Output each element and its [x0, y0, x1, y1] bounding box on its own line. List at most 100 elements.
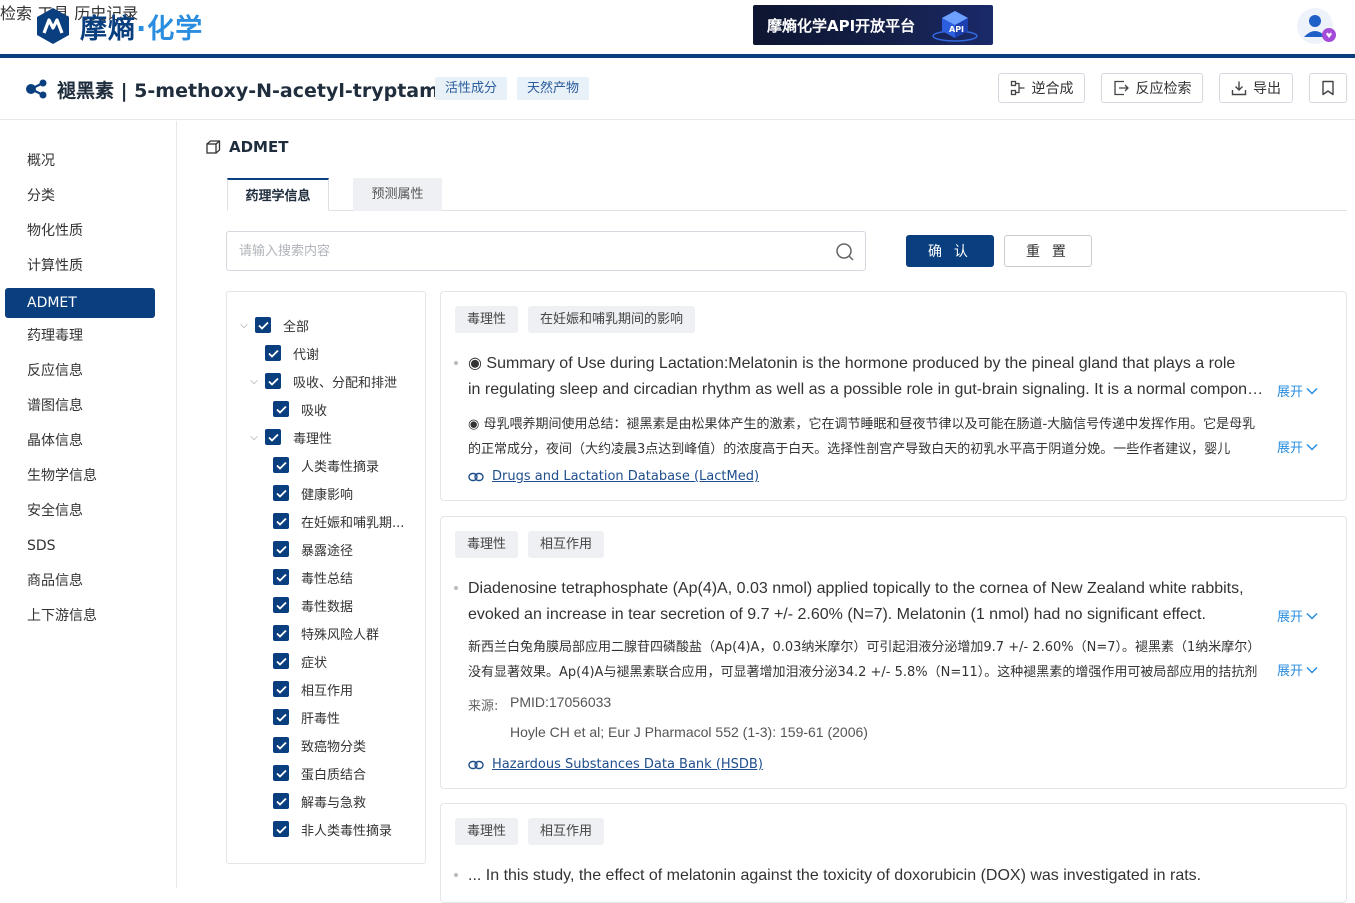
sidebar-item-biology[interactable]: 生物学信息 [5, 461, 155, 491]
link-icon [468, 760, 484, 769]
checkbox[interactable] [273, 513, 289, 529]
link-icon [468, 472, 484, 481]
tree-node-health-effects[interactable]: 健康影响 [273, 483, 353, 503]
tree-label: 致癌物分类 [301, 739, 367, 755]
search-icon[interactable] [835, 242, 855, 262]
expand-link[interactable]: 展开 [1277, 381, 1318, 400]
reaction-search-icon [1113, 80, 1129, 96]
tree-node-nonhuman-tox[interactable]: 非人类毒性摘录 [273, 819, 392, 839]
tree-label: 人类毒性摘录 [301, 459, 380, 475]
text-line: ◉ 母乳喂养期间使用总结：褪黑素是由松果体产生的激素，它在调节睡眠和昼夜节律以及… [468, 417, 1256, 432]
checkbox[interactable] [273, 793, 289, 809]
tree-node-pregnancy[interactable]: 在妊娠和哺乳期... [273, 511, 404, 531]
section-heading: ADMET [206, 138, 288, 156]
checkbox[interactable] [273, 485, 289, 501]
bookmark-button[interactable] [1309, 73, 1347, 103]
category-chip: 毒理性 [455, 306, 519, 333]
checkbox[interactable] [273, 765, 289, 781]
tree-node-human-tox[interactable]: 人类毒性摘录 [273, 455, 379, 475]
tab-predicted-properties[interactable]: 预测属性 [353, 178, 442, 211]
reset-button[interactable]: 重 置 [1004, 235, 1092, 267]
logo[interactable]: 摩熵·化学 [34, 6, 203, 46]
tree-node-carcinogen[interactable]: 致癌物分类 [273, 735, 366, 755]
reaction-search-button[interactable]: 反应检索 [1101, 73, 1203, 103]
tree-node-adme[interactable]: ⌵ 吸收、分配和排泄 [247, 371, 397, 391]
bullet [454, 586, 458, 590]
user-avatar-icon[interactable] [1296, 7, 1338, 45]
expand-link[interactable]: 展开 [1277, 606, 1318, 625]
sidebar-item-reactions[interactable]: 反应信息 [5, 356, 155, 386]
api-platform-banner[interactable]: 摩熵化学API开放平台 API [753, 5, 993, 45]
checkbox[interactable] [273, 401, 289, 417]
checkbox[interactable] [273, 569, 289, 585]
checkbox[interactable] [255, 317, 271, 333]
source-citation: Hoyle CH et al; Eur J Pharmacol 552 (1-3… [510, 724, 868, 740]
tree-label: 症状 [301, 655, 328, 671]
sidebar-item-products[interactable]: 商品信息 [5, 566, 155, 596]
tree-node-hepatotoxicity[interactable]: 肝毒性 [273, 707, 340, 727]
text-line: Diadenosine tetraphosphate (Ap(4)A, 0.03… [468, 580, 1244, 597]
checkbox[interactable] [273, 737, 289, 753]
sidebar-item-computed[interactable]: 计算性质 [5, 251, 155, 281]
tree-label: 毒理性 [293, 431, 333, 447]
text-line: 的正常成分，夜间（大约凌晨3点达到峰值）的浓度高于白天。选择性剖宫产导致白天的初… [468, 442, 1231, 457]
sidebar-item-spectra[interactable]: 谱图信息 [5, 391, 155, 421]
text-line: 没有显著效果。Ap(4)A与褪黑素联合应用，可显著增加泪液分泌34.2 +/- … [468, 665, 1258, 680]
checkbox[interactable] [273, 653, 289, 669]
tree-node-protein-binding[interactable]: 蛋白质结合 [273, 763, 366, 783]
checkbox[interactable] [265, 429, 281, 445]
tree-node-special-risk[interactable]: 特殊风险人群 [273, 623, 379, 643]
tree-label: 蛋白质结合 [301, 767, 367, 783]
section-title: ADMET [229, 138, 289, 156]
source-link[interactable]: Drugs and Lactation Database (LactMed) [468, 469, 759, 484]
checkbox[interactable] [273, 681, 289, 697]
subcategory-chip: 相互作用 [528, 531, 605, 558]
tree-node-interactions[interactable]: 相互作用 [273, 679, 353, 699]
chevron-down-icon [1306, 387, 1318, 395]
tree-label: 健康影响 [301, 487, 354, 503]
sidebar-item-pharmacology[interactable]: 药理毒理 [5, 321, 155, 351]
confirm-button[interactable]: 确 认 [906, 235, 994, 267]
tree-node-all[interactable]: ⌵ 全部 [237, 315, 309, 335]
checkbox[interactable] [273, 709, 289, 725]
tree-node-exposure[interactable]: 暴露途径 [273, 539, 353, 559]
nav-search[interactable]: 检索 [0, 4, 32, 23]
tree-node-tox-data[interactable]: 毒性数据 [273, 595, 353, 615]
sidebar-item-sds[interactable]: SDS [5, 531, 155, 561]
download-icon [1231, 81, 1247, 96]
tree-node-toxicity[interactable]: ⌵ 毒理性 [247, 427, 332, 447]
chevron-down-icon[interactable]: ⌵ [247, 371, 261, 391]
sidebar-item-safety[interactable]: 安全信息 [5, 496, 155, 526]
chevron-down-icon[interactable]: ⌵ [247, 427, 261, 447]
tree-node-absorption[interactable]: 吸收 [273, 399, 327, 419]
retrosynthesis-button[interactable]: 逆合成 [998, 73, 1085, 103]
checkbox[interactable] [273, 457, 289, 473]
checkbox[interactable] [265, 345, 281, 361]
tree-node-tox-summary[interactable]: 毒性总结 [273, 567, 353, 587]
expand-label: 展开 [1276, 385, 1303, 400]
tree-label: 吸收 [301, 403, 328, 419]
tree-node-symptoms[interactable]: 症状 [273, 651, 327, 671]
tree-node-metabolism[interactable]: 代谢 [265, 343, 319, 363]
checkbox[interactable] [273, 821, 289, 837]
tree-node-antidote[interactable]: 解毒与急救 [273, 791, 366, 811]
sidebar-item-admet[interactable]: ADMET [5, 288, 155, 318]
sidebar-item-classification[interactable]: 分类 [5, 181, 155, 211]
checkbox[interactable] [265, 373, 281, 389]
expand-link[interactable]: 展开 [1277, 437, 1318, 456]
source-link[interactable]: Hazardous Substances Data Bank (HSDB) [468, 757, 763, 772]
sidebar-item-crystal[interactable]: 晶体信息 [5, 426, 155, 456]
checkbox[interactable] [273, 541, 289, 557]
sidebar-item-overview[interactable]: 概况 [5, 146, 155, 176]
search-input[interactable] [239, 232, 829, 270]
expand-link[interactable]: 展开 [1277, 660, 1318, 679]
sidebar-item-physchem[interactable]: 物化性质 [5, 216, 155, 246]
chevron-down-icon[interactable]: ⌵ [237, 315, 251, 335]
export-button[interactable]: 导出 [1219, 73, 1293, 103]
text-line: in regulating sleep and circadian rhythm… [468, 381, 1268, 398]
checkbox[interactable] [273, 597, 289, 613]
tab-pharmacology-info[interactable]: 药理学信息 [227, 178, 329, 211]
tree-label: 肝毒性 [301, 711, 341, 727]
sidebar-item-updownstream[interactable]: 上下游信息 [5, 601, 155, 631]
checkbox[interactable] [273, 625, 289, 641]
